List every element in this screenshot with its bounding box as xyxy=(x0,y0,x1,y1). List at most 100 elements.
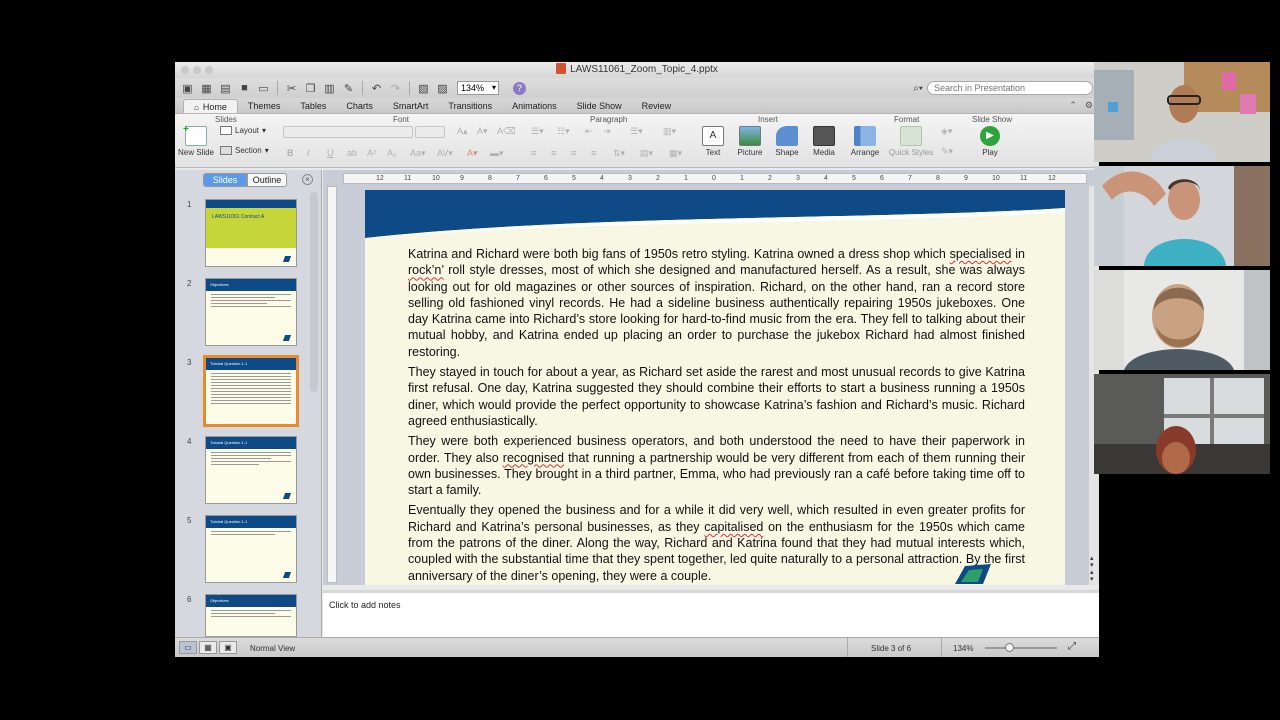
underline-icon[interactable]: U xyxy=(327,148,334,158)
spelling-flag[interactable]: capitalised xyxy=(704,520,763,534)
panel-scrollbar[interactable] xyxy=(310,192,318,392)
shape-fill-icon[interactable]: ◈▾ xyxy=(941,126,952,137)
slide-thumbnail-5[interactable]: Tutorial Question 1-1 xyxy=(205,515,297,583)
media-browser-icon[interactable]: ▨ xyxy=(434,81,451,96)
tab-themes[interactable]: Themes xyxy=(238,99,291,113)
insert-picture-button[interactable]: Picture xyxy=(732,126,768,157)
close-window-button[interactable] xyxy=(181,66,189,74)
slide-sorter-icon[interactable]: ▦ xyxy=(199,641,217,654)
spelling-flag[interactable]: recognised xyxy=(503,451,564,465)
line-spacing-icon[interactable]: ☰▾ xyxy=(630,126,643,137)
new-slide-button[interactable]: + New Slide xyxy=(177,124,215,157)
bold-icon[interactable]: B xyxy=(287,148,294,158)
help-icon[interactable]: ? xyxy=(513,81,527,95)
slide-thumbnail-1[interactable]: LAWS11061 Contract A xyxy=(205,199,297,267)
slide-show-view-icon[interactable]: ▣ xyxy=(219,641,237,654)
increase-font-icon[interactable]: A▴ xyxy=(457,126,468,137)
tab-transitions[interactable]: Transitions xyxy=(438,99,502,113)
bullets-icon[interactable]: ☰▾ xyxy=(531,126,544,137)
tab-home[interactable]: ⌂ Home xyxy=(183,99,238,113)
align-center-icon[interactable]: ≡ xyxy=(551,148,556,158)
font-size-select[interactable] xyxy=(415,126,445,138)
slide-thumbnail-3[interactable]: Tutorial Question 1-1 xyxy=(203,355,299,427)
insert-media-button[interactable]: Media xyxy=(806,126,842,157)
search-input[interactable] xyxy=(927,81,1093,95)
participant-video-1[interactable] xyxy=(1094,62,1270,162)
quick-styles-button[interactable]: Quick Styles xyxy=(887,126,935,157)
participant-video-4[interactable] xyxy=(1094,374,1270,474)
italic-icon[interactable]: I xyxy=(307,148,310,158)
close-icon[interactable]: × xyxy=(302,174,313,185)
tab-outline[interactable]: Outline xyxy=(247,173,287,187)
section-button[interactable]: Section ▾ xyxy=(220,146,269,155)
zoom-slider[interactable] xyxy=(985,643,1057,652)
notes-pane[interactable]: Click to add notes xyxy=(323,590,1099,637)
tab-slides[interactable]: Slides xyxy=(203,173,247,187)
spelling-flag[interactable]: rock’n’ xyxy=(408,263,444,277)
arrange-button[interactable]: Arrange xyxy=(847,126,883,157)
thumb-lines xyxy=(206,370,296,409)
zoom-window-button[interactable] xyxy=(205,66,213,74)
align-text-icon[interactable]: ▤▾ xyxy=(640,148,653,159)
font-name-select[interactable] xyxy=(283,126,413,138)
columns-icon[interactable]: ▥▾ xyxy=(663,126,676,137)
layout-button[interactable]: Layout ▾ xyxy=(220,126,266,135)
zoom-select[interactable]: 134% xyxy=(457,81,500,95)
open-icon[interactable]: ▤ xyxy=(217,81,234,96)
new-document-icon[interactable]: ▣ xyxy=(179,81,196,96)
insert-text-button[interactable]: A Text xyxy=(695,126,731,157)
slide-thumbnail-6[interactable]: Objectives xyxy=(205,594,297,637)
font-color-icon[interactable]: A▾ xyxy=(467,148,478,159)
format-painter-icon[interactable]: ✎ xyxy=(340,81,357,96)
cut-icon[interactable]: ✂ xyxy=(283,81,300,96)
print-icon[interactable]: ▭ xyxy=(255,81,272,96)
slide-canvas[interactable]: Katrina and Richard were both big fans o… xyxy=(365,190,1065,585)
tab-tables[interactable]: Tables xyxy=(290,99,336,113)
collapse-ribbon-icon[interactable]: ⌃ xyxy=(1069,100,1077,111)
numbering-icon[interactable]: ☷▾ xyxy=(557,126,570,137)
participant-video-2[interactable] xyxy=(1094,166,1270,266)
tab-charts[interactable]: Charts xyxy=(336,99,383,113)
highlight-icon[interactable]: ▬▾ xyxy=(490,148,504,159)
redo-icon[interactable]: ↷ xyxy=(387,81,404,96)
justify-icon[interactable]: ≡ xyxy=(591,148,596,158)
normal-view-icon[interactable]: ▭ xyxy=(179,641,197,654)
zoom-slider-thumb[interactable] xyxy=(1005,643,1014,652)
subscript-icon[interactable]: A₂ xyxy=(387,148,397,158)
change-case-icon[interactable]: Aa▾ xyxy=(410,148,426,159)
align-right-icon[interactable]: ≡ xyxy=(571,148,576,158)
outdent-icon[interactable]: ⇥ xyxy=(603,126,611,137)
fit-window-icon[interactable]: ⤢ xyxy=(1068,641,1076,652)
superscript-icon[interactable]: A² xyxy=(367,148,376,158)
search-icon[interactable]: ⌕▾ xyxy=(913,83,923,94)
align-left-icon[interactable]: ≡ xyxy=(531,148,536,158)
participant-video-3[interactable] xyxy=(1094,270,1270,370)
save-icon[interactable]: ■ xyxy=(236,81,253,96)
paste-icon[interactable]: ▥ xyxy=(321,81,338,96)
templates-icon[interactable]: ▦ xyxy=(198,81,215,96)
decrease-font-icon[interactable]: A▾ xyxy=(477,126,488,137)
slide-thumbnail-2[interactable]: Objectives xyxy=(205,278,297,346)
tab-review[interactable]: Review xyxy=(632,99,682,113)
clear-format-icon[interactable]: A⌫ xyxy=(497,126,516,137)
gallery-icon[interactable]: ▧ xyxy=(415,81,432,96)
scroll-arrows-icon[interactable]: ▴ ▾ ▴ ▾ xyxy=(1090,555,1094,583)
minimize-window-button[interactable] xyxy=(193,66,201,74)
slide-thumbnail-4[interactable]: Tutorial Question 1-1 xyxy=(205,436,297,504)
tab-animations[interactable]: Animations xyxy=(502,99,567,113)
copy-icon[interactable]: ❐ xyxy=(302,81,319,96)
spacing-icon[interactable]: AV▾ xyxy=(437,148,453,159)
text-direction-icon[interactable]: ⇅▾ xyxy=(613,148,625,159)
smartart-convert-icon[interactable]: ▦▾ xyxy=(669,148,682,159)
slide-text-box[interactable]: Katrina and Richard were both big fans o… xyxy=(408,246,1025,585)
play-slideshow-button[interactable]: ▶ Play xyxy=(973,126,1007,157)
undo-icon[interactable]: ↶ xyxy=(368,81,385,96)
shadow-icon[interactable]: ab xyxy=(347,148,357,158)
spelling-flag[interactable]: specialised xyxy=(950,247,1012,261)
insert-shape-button[interactable]: Shape xyxy=(769,126,805,157)
shape-line-icon[interactable]: ✎▾ xyxy=(941,146,953,157)
indent-icon[interactable]: ⇤ xyxy=(585,126,593,137)
tab-slide-show[interactable]: Slide Show xyxy=(567,99,632,113)
tab-smartart[interactable]: SmartArt xyxy=(383,99,439,113)
ribbon-settings-icon[interactable]: ⚙ xyxy=(1085,100,1093,111)
